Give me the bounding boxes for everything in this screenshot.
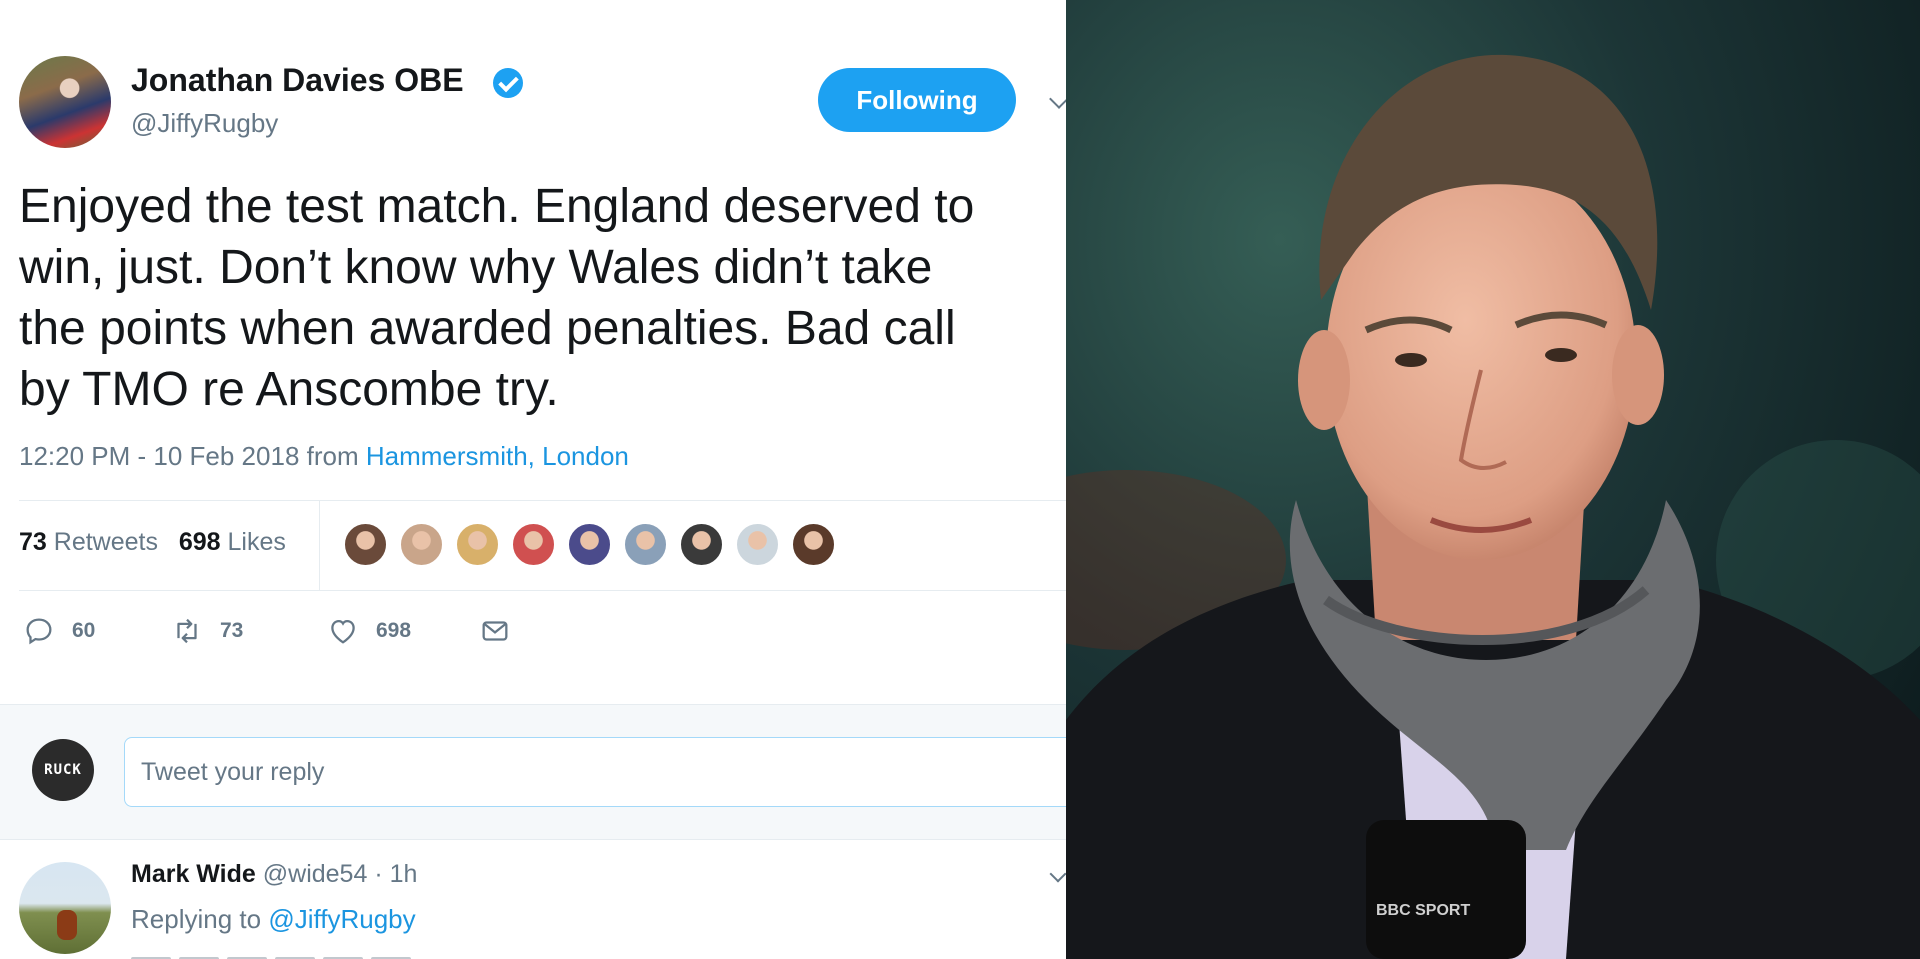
- liker-avatar[interactable]: [343, 522, 388, 567]
- reply-text-cut-off: [131, 950, 491, 959]
- mic-label: BBC SPORT: [1376, 902, 1470, 919]
- liker-avatar[interactable]: [399, 522, 444, 567]
- microphone-icon: [1366, 820, 1526, 959]
- retweet-icon: [177, 618, 197, 644]
- retweet-count: 73: [220, 619, 244, 642]
- divider: [19, 500, 1066, 501]
- reply-composer: RUCK: [0, 704, 1066, 840]
- tweet-time[interactable]: 12:20 PM - 10 Feb 2018: [19, 441, 299, 471]
- like-count: 698: [376, 619, 412, 642]
- envelope-icon: [482, 621, 508, 641]
- liker-avatar[interactable]: [679, 522, 724, 567]
- replying-handle-link[interactable]: @JiffyRugby: [268, 904, 415, 934]
- tweet-text: Enjoyed the test match. England deserved…: [19, 176, 1066, 420]
- reply-action[interactable]: 60: [22, 614, 95, 648]
- following-button[interactable]: Following: [818, 68, 1016, 132]
- liker-avatar[interactable]: [735, 522, 780, 567]
- chevron-down-icon[interactable]: [1049, 89, 1066, 109]
- like-action[interactable]: 698: [326, 614, 411, 648]
- reply-author-avatar[interactable]: [19, 862, 111, 954]
- tweet-text-line: by TMO re Anscombe try.: [19, 363, 559, 416]
- chevron-down-icon[interactable]: [1049, 865, 1066, 883]
- retweet-action[interactable]: 73: [170, 614, 243, 648]
- reply-count: 60: [72, 619, 96, 642]
- tweet-text-line: the points when awarded penalties. Bad c…: [19, 302, 956, 355]
- tweet-timestamp: 12:20 PM - 10 Feb 2018 from Hammersmith,…: [19, 441, 629, 472]
- liker-avatar[interactable]: [791, 522, 836, 567]
- divider: [319, 500, 320, 590]
- author-avatar[interactable]: [19, 56, 111, 148]
- liker-avatars: [343, 522, 836, 567]
- divider: [19, 590, 1066, 591]
- tweet-screenshot: Jonathan Davies OBE @JiffyRugby Followin…: [0, 0, 1066, 959]
- commentator-illustration: BBC SPORT: [1066, 0, 1920, 959]
- heart-icon: [331, 619, 355, 644]
- tweet-stats: 73 Retweets 698 Likes: [19, 528, 286, 557]
- current-user-avatar[interactable]: RUCK: [32, 739, 94, 801]
- author-name[interactable]: Jonathan Davies OBE: [131, 62, 464, 99]
- liker-avatar[interactable]: [567, 522, 612, 567]
- liker-avatar[interactable]: [623, 522, 668, 567]
- reply-author-handle[interactable]: @wide54 · 1h: [263, 860, 418, 888]
- replying-label: Replying to: [131, 904, 262, 934]
- replying-to: Replying to @JiffyRugby: [131, 904, 416, 935]
- liker-avatar[interactable]: [511, 522, 556, 567]
- tweet-reply-input[interactable]: [124, 737, 1066, 807]
- from-label: from: [306, 441, 359, 471]
- commentator-photo: BBC SPORT: [1066, 0, 1920, 959]
- reply-icon: [26, 618, 52, 645]
- likes-stat[interactable]: 698 Likes: [179, 528, 286, 556]
- tweet-location-link[interactable]: Hammersmith, London: [366, 441, 629, 471]
- verified-badge-icon: [493, 68, 523, 98]
- reply-author: Mark Wide @wide54 · 1h: [131, 860, 417, 889]
- liker-avatar[interactable]: [455, 522, 500, 567]
- reply-author-name[interactable]: Mark Wide: [131, 860, 256, 888]
- direct-message-action[interactable]: [478, 614, 512, 648]
- author-handle[interactable]: @JiffyRugby: [131, 108, 278, 139]
- retweets-stat[interactable]: 73 Retweets: [19, 528, 158, 556]
- tweet-text-line: win, just. Don’t know why Wales didn’t t…: [19, 241, 933, 294]
- tweet-text-line: Enjoyed the test match. England deserved…: [19, 180, 975, 233]
